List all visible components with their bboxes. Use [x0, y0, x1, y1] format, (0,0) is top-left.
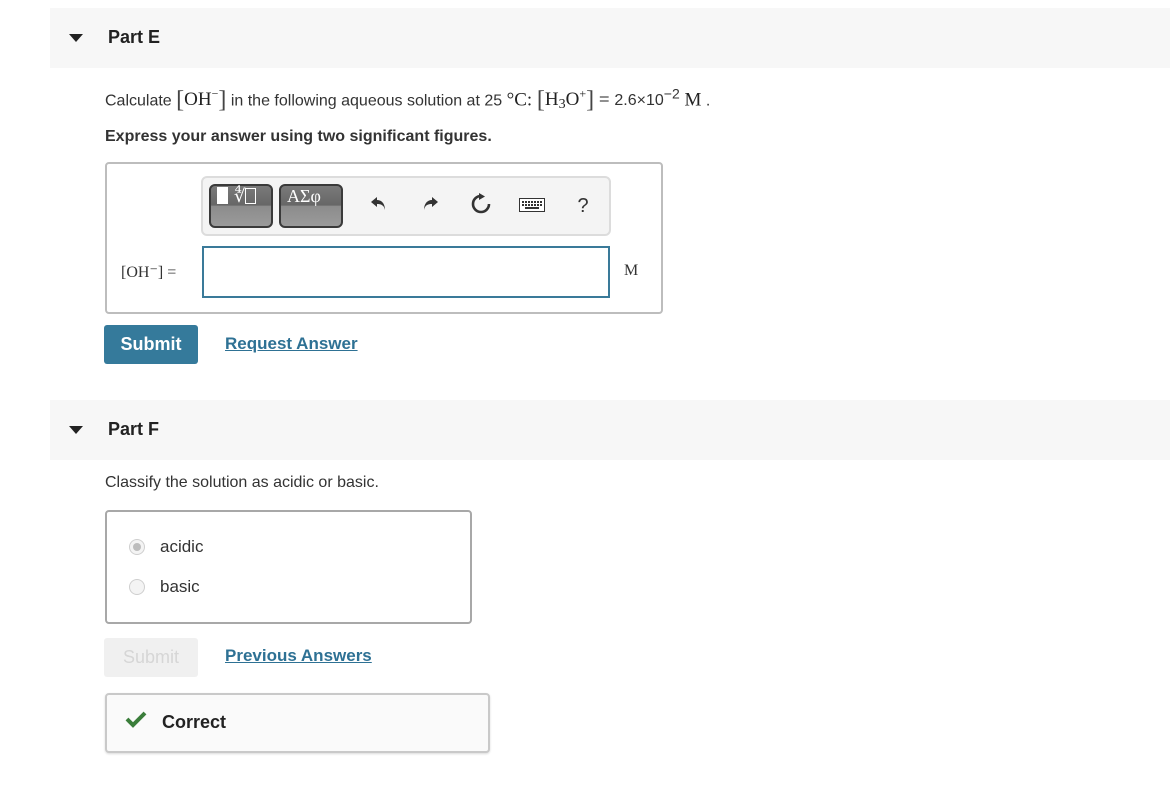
greek-symbols-button[interactable]: ΑΣφ: [279, 184, 343, 228]
feedback-box: Correct: [105, 693, 490, 753]
part-f-header[interactable]: Part F: [50, 400, 1170, 460]
answer-box: ∜ ΑΣφ ? [OH⁻] = M: [105, 162, 663, 314]
help-icon[interactable]: ?: [569, 192, 597, 220]
answer-input[interactable]: [202, 246, 610, 298]
colon: :: [526, 89, 537, 111]
keyboard-icon[interactable]: [518, 192, 546, 220]
part-e-prompt: Calculate [OH−] in the following aqueous…: [105, 86, 710, 114]
undo-icon[interactable]: [365, 192, 393, 220]
part-f-submit-button: Submit: [104, 638, 198, 677]
oh-formula: [OH−]: [176, 87, 227, 114]
template-box-icon: [245, 188, 257, 204]
answer-label: [OH⁻] =: [121, 264, 177, 281]
part-e-instruction: Express your answer using two significan…: [105, 128, 492, 145]
choice-label: acidic: [160, 537, 204, 556]
prompt-text: Calculate: [105, 92, 177, 110]
molar-unit: M: [679, 89, 702, 111]
radio-basic[interactable]: [129, 579, 145, 595]
checkmark-icon: [125, 710, 147, 733]
request-answer-link[interactable]: Request Answer: [225, 334, 358, 354]
nth-root-icon: ∜: [234, 186, 246, 206]
answer-unit: M: [624, 262, 639, 279]
part-f-question: Classify the solution as acidic or basic…: [105, 474, 379, 491]
collapse-caret-icon[interactable]: [69, 34, 83, 42]
part-e-title: Part E: [108, 27, 161, 47]
reset-icon[interactable]: [467, 192, 495, 220]
math-toolbar: ∜ ΑΣφ ?: [201, 176, 611, 236]
choice-label: basic: [160, 577, 200, 596]
previous-answers-link[interactable]: Previous Answers: [225, 646, 372, 666]
period: .: [701, 92, 711, 110]
template-block-icon: [217, 187, 228, 204]
collapse-caret-icon[interactable]: [69, 426, 83, 434]
h3o-formula: [H3O+]: [536, 87, 595, 114]
part-e-submit-button[interactable]: Submit: [104, 325, 198, 364]
choices-box: acidic basic: [105, 510, 472, 624]
equals-sign: =: [594, 89, 615, 111]
part-e-header[interactable]: Part E: [50, 8, 1170, 68]
feedback-text: Correct: [162, 712, 227, 732]
redo-icon[interactable]: [416, 192, 444, 220]
concentration-value: 2.6×10−2: [614, 86, 680, 110]
templates-button[interactable]: ∜: [209, 184, 273, 228]
prompt-text-middle: in the following aqueous solution at 25: [226, 92, 507, 110]
greek-symbols-label: ΑΣφ: [287, 186, 321, 206]
temperature-unit: °C: [506, 89, 527, 111]
part-f-title: Part F: [108, 419, 160, 439]
radio-acidic[interactable]: [129, 539, 145, 555]
